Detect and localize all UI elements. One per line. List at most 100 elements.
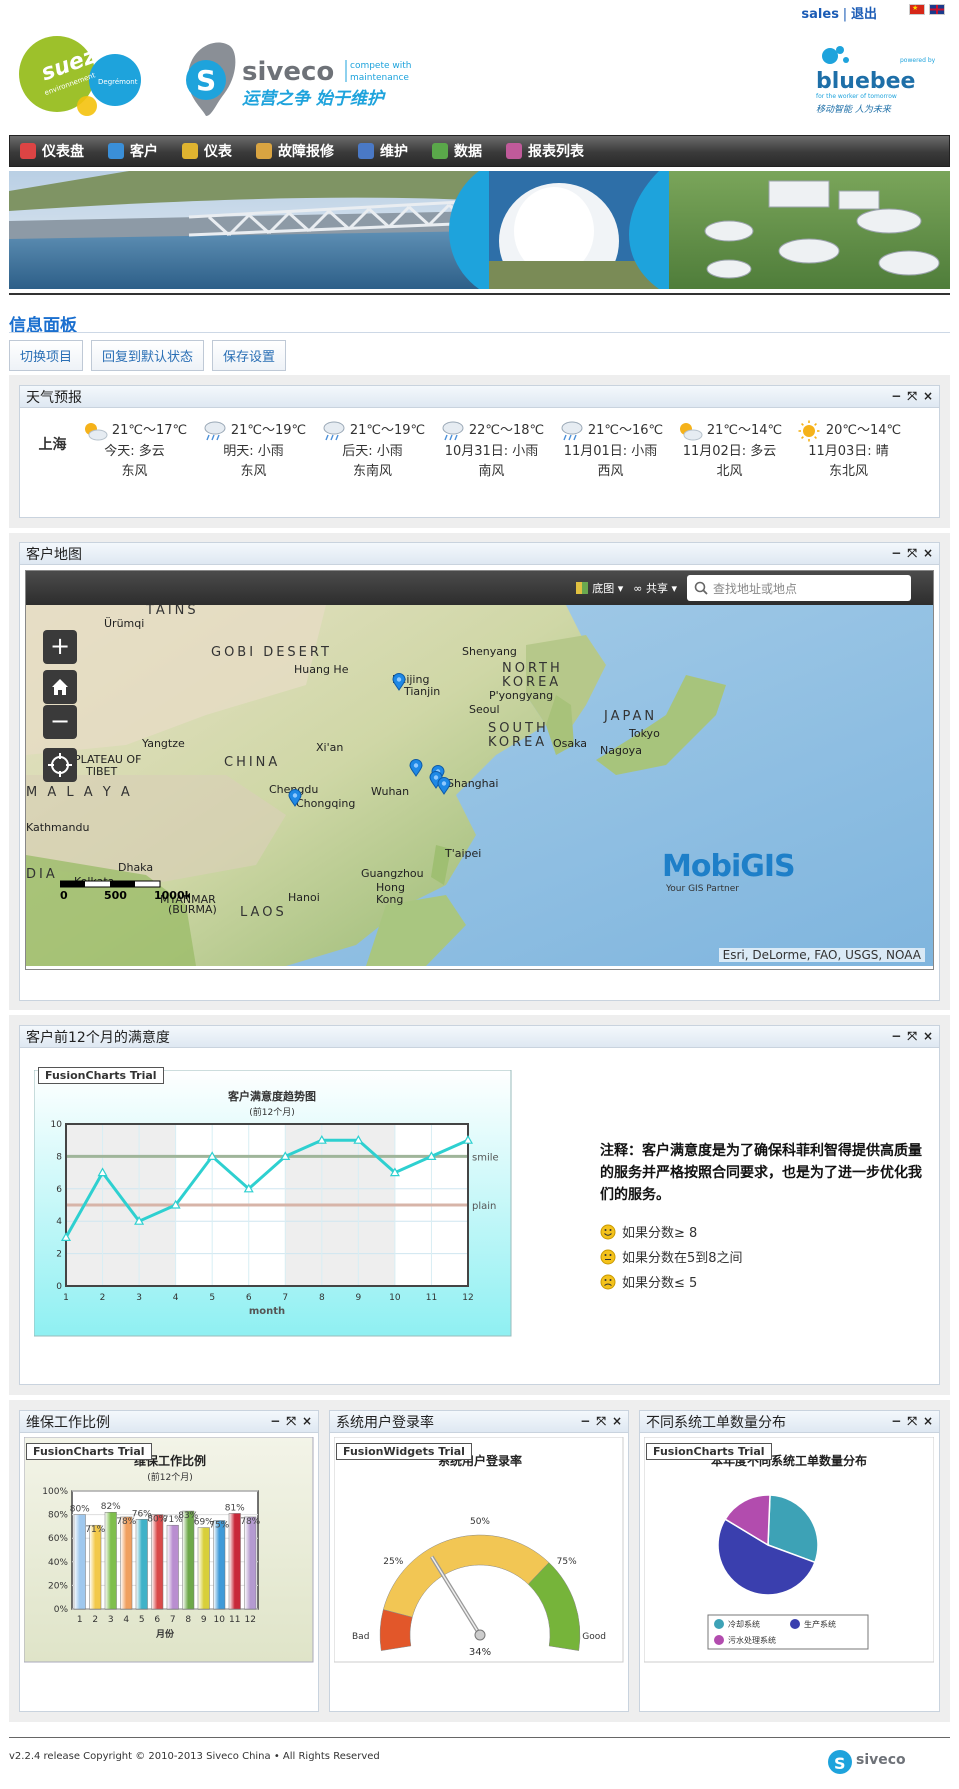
siveco-tag2: maintenance [350, 73, 409, 83]
nav-item-6[interactable]: 报表列表 [506, 141, 584, 161]
line-chart-xtick: 12 [462, 1293, 473, 1303]
satisfaction-note-block: 注释：客户满意度是为了确保科菲利智得提供高质量的服务并严格按照合同要求，也是为了… [600, 1140, 930, 1291]
reset-default-button[interactable]: 回复到默认状态 [91, 340, 205, 371]
nav-item-0[interactable]: 仪表盘 [20, 141, 84, 161]
zoom-out-button[interactable]: − [43, 705, 77, 739]
nav-item-1[interactable]: 客户 [108, 141, 158, 161]
bar-value-label: 80% [70, 1505, 90, 1515]
map-pin-icon[interactable] [288, 789, 302, 807]
satisfaction-legend-text: 如果分数≥ 8 [622, 1226, 698, 1241]
map-scale-bar: 0 500 1000km [60, 880, 190, 901]
china-flag-icon[interactable] [909, 4, 925, 15]
pie-legend-label: 冷却系统 [728, 1619, 760, 1629]
map-label-kathmandu: Kathmandu [26, 821, 90, 834]
smiley-icon [600, 1224, 616, 1239]
expand-icon[interactable]: ⤧ [907, 1414, 917, 1429]
map-label-urumqi: Ürümqi [104, 617, 145, 630]
weather-desc: 11月02日: 多云 [682, 444, 777, 459]
close-icon[interactable]: × [923, 389, 933, 404]
minimize-icon[interactable]: − [891, 546, 901, 561]
close-icon[interactable]: × [923, 1414, 933, 1429]
map-pin-icon[interactable] [437, 777, 451, 795]
share-button[interactable]: ∞ 共享 ▾ [633, 580, 677, 596]
close-icon[interactable]: × [923, 546, 933, 561]
weather-desc: 明天: 小雨 [223, 444, 284, 459]
minimize-icon[interactable]: − [270, 1414, 280, 1429]
weather-wind: 南风 [478, 464, 505, 479]
footer-logo-text: siveco [856, 1752, 906, 1768]
map-label-huanghe: Huang He [294, 663, 349, 676]
map-search-input[interactable]: 查找地址或地点 [687, 575, 911, 601]
weather-city: 上海 [38, 437, 67, 453]
minimize-icon[interactable]: − [891, 1414, 901, 1429]
bottom-panels-wrap: 维保工作比例 − ⤧ × 维保工作比例 (前12个月) 0% 20% 40% 60% 80%… [9, 1400, 950, 1722]
line-chart-xtick: 1 [63, 1293, 69, 1303]
close-icon[interactable]: × [923, 1029, 933, 1044]
expand-icon[interactable]: ⤧ [907, 546, 917, 561]
bar-category-label: 12 [245, 1615, 256, 1625]
basemap-button[interactable]: 底图 ▾ [576, 580, 623, 596]
close-icon[interactable]: × [612, 1414, 622, 1429]
cloudy-sun-icon [84, 423, 108, 441]
save-settings-button[interactable]: 保存设置 [212, 340, 287, 371]
sun-icon [798, 420, 820, 442]
light-rain-icon [323, 421, 345, 441]
map-label-gobi: GOBI DESERT [211, 645, 332, 660]
map-canvas[interactable]: Ürümqi TAINS GOBI DESERT Shenyang Beijing Tia… [26, 605, 933, 966]
expand-icon[interactable]: ⤧ [907, 1029, 917, 1044]
gauge-tick-label: 25% [383, 1557, 403, 1567]
expand-icon[interactable]: ⤧ [907, 389, 917, 404]
locate-button[interactable] [43, 748, 77, 782]
zoom-in-button[interactable]: + [43, 630, 77, 664]
map-label-hongkong2: Kong [376, 893, 404, 906]
nav-item-3[interactable]: 故障报修 [256, 141, 334, 161]
expand-icon[interactable]: ⤧ [596, 1414, 606, 1429]
map-pin-icon[interactable] [409, 759, 423, 777]
degremont-text: Degrémont [98, 78, 138, 86]
ratio-trial-badge: FusionCharts Trial [26, 1443, 152, 1460]
map-label-taipei: T'aipei [445, 847, 482, 860]
bar-category-label: 2 [92, 1615, 98, 1625]
uk-flag-icon[interactable] [929, 4, 945, 15]
weather-wind: 东北风 [828, 464, 868, 479]
weather-desc: 10月31日: 小雨 [444, 444, 539, 459]
map-panel-title: 客户地图 [26, 546, 82, 563]
switch-project-button[interactable]: 切换项目 [9, 340, 84, 371]
data-icon [432, 143, 448, 159]
logout-link[interactable]: 退出 [851, 7, 877, 22]
map-pin-icon[interactable] [392, 673, 406, 691]
bar [151, 1514, 164, 1610]
bar-chart-ytick: 40% [48, 1558, 68, 1568]
weather-wind: 东风 [240, 464, 267, 479]
gauge-pivot [474, 1629, 486, 1641]
nav-label: 维护 [380, 144, 408, 160]
bar-chart-subtitle: (前12个月) [147, 1471, 192, 1483]
map-label-skorea1: SOUTH [488, 721, 549, 736]
line-chart-ytick: 2 [56, 1250, 62, 1260]
weather-day-top: 21℃～16℃ [551, 420, 670, 442]
gauge-tick-label: 50% [470, 1517, 490, 1527]
cloudy-sun-icon [679, 423, 703, 441]
bluebee-name: bluebee [816, 69, 915, 94]
expand-icon[interactable]: ⤧ [286, 1414, 296, 1429]
line-chart-ytick: 8 [56, 1152, 62, 1162]
minimize-icon[interactable]: − [891, 389, 901, 404]
svg-text:S: S [834, 1754, 846, 1773]
nav-item-2[interactable]: 仪表 [182, 141, 232, 161]
nav-item-5[interactable]: 数据 [432, 141, 482, 161]
home-button[interactable] [43, 670, 77, 704]
close-icon[interactable]: × [302, 1414, 312, 1429]
trendline-label: smile [472, 1152, 499, 1163]
nav-item-4[interactable]: 维护 [358, 141, 408, 161]
weather-day-top: 21℃～19℃ [313, 420, 432, 442]
satisfaction-panel-title: 客户前12个月的满意度 [26, 1029, 170, 1046]
map-panel-wrap: 客户地图 − ⤧ × 底图 ▾ ∞ 共享 ▾ 查找地址或地点 Ürümqi TA… [9, 533, 950, 1010]
bar [120, 1516, 133, 1610]
nav-label: 仪表 [204, 144, 232, 160]
dist-panel-title: 不同系统工单数量分布 [646, 1414, 786, 1431]
user-link[interactable]: sales [801, 7, 839, 22]
basemap-icon [576, 582, 589, 594]
satisfaction-panel: 客户前12个月的满意度 − ⤧ × 客户满意度趋势图 (前12个月) 0 2 4 6 8 10… [19, 1025, 940, 1385]
minimize-icon[interactable]: − [891, 1029, 901, 1044]
minimize-icon[interactable]: − [580, 1414, 590, 1429]
